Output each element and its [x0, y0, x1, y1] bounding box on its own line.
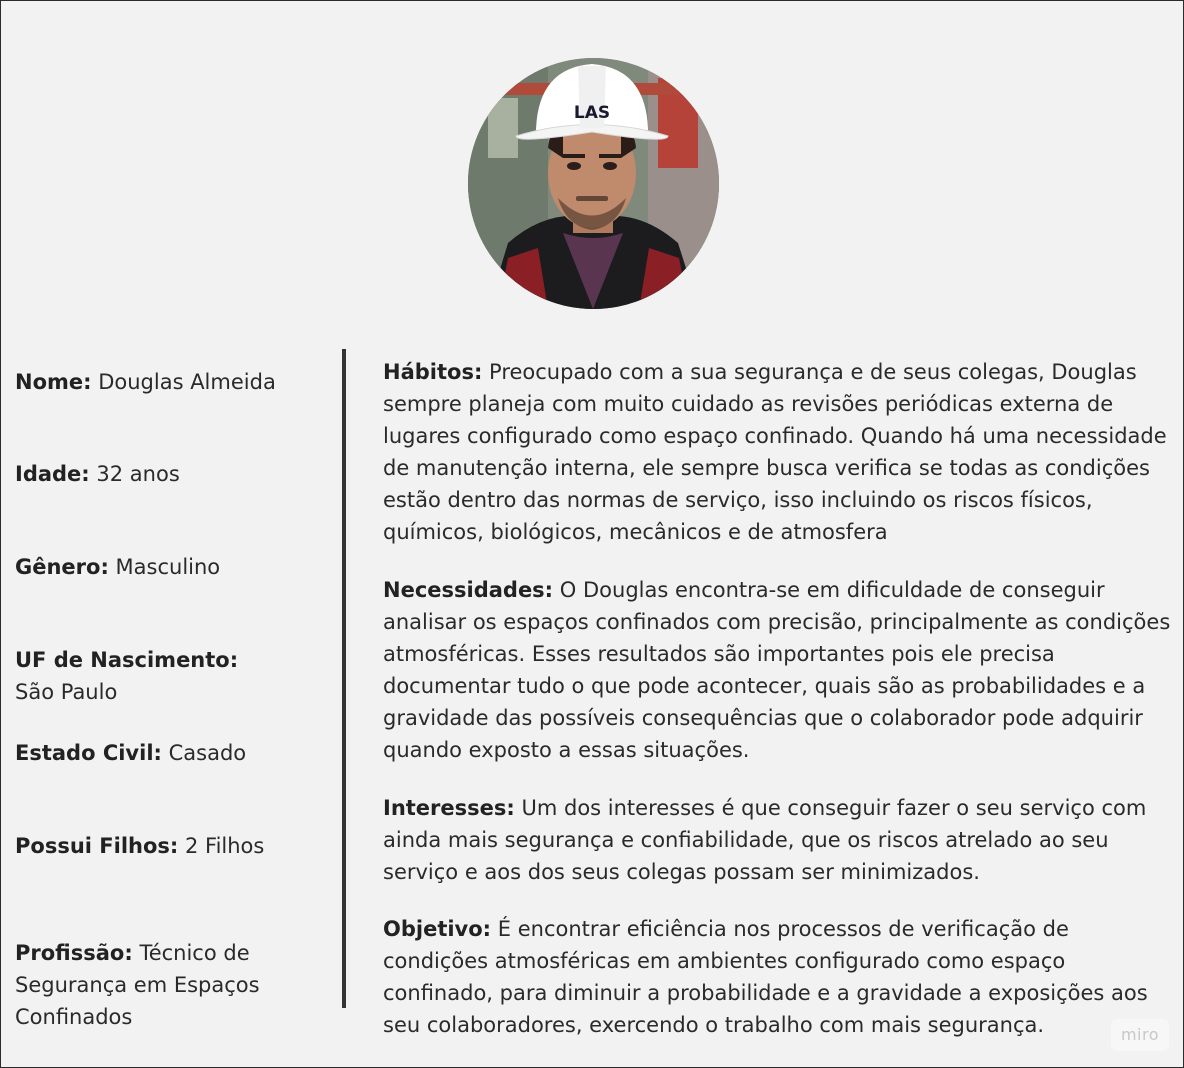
- field-idade: Idade: 32 anos: [15, 458, 315, 490]
- section-necessidades-label: Necessidades:: [383, 578, 554, 602]
- miro-watermark: miro: [1111, 1019, 1169, 1051]
- field-profissao: Profissão: Técnico de Segurança em Espaç…: [15, 937, 277, 1033]
- field-idade-label: Idade:: [15, 462, 90, 486]
- section-objetivo: Objetivo: É encontrar eficiência nos pro…: [383, 913, 1173, 1041]
- field-uf: UF de Nascimento: São Paulo: [15, 644, 315, 708]
- field-uf-value: São Paulo: [15, 680, 118, 704]
- field-filhos: Possui Filhos: 2 Filhos: [15, 830, 315, 862]
- section-necessidades-text: O Douglas encontra-se em dificuldade de …: [383, 578, 1171, 762]
- field-filhos-label: Possui Filhos:: [15, 834, 179, 858]
- persona-board: LAS Nome: Douglas Almeida Idade: 32 anos…: [0, 0, 1184, 1068]
- section-habitos-text: Preocupado com a sua segurança e de seus…: [383, 360, 1167, 544]
- field-estado-civil: Estado Civil: Casado: [15, 737, 315, 769]
- field-nome-label: Nome:: [15, 370, 92, 394]
- field-genero-value: Masculino: [115, 555, 221, 579]
- field-nome: Nome: Douglas Almeida: [15, 366, 315, 398]
- field-nome-value: Douglas Almeida: [98, 370, 276, 394]
- field-estado-civil-value: Casado: [168, 741, 247, 765]
- section-objetivo-text: É encontrar eficiência nos processos de …: [383, 917, 1148, 1037]
- section-interesses: Interesses: Um dos interesses é que cons…: [383, 792, 1173, 888]
- field-profissao-label: Profissão:: [15, 941, 133, 965]
- section-habitos-label: Hábitos:: [383, 360, 483, 384]
- field-uf-label: UF de Nascimento:: [15, 648, 239, 672]
- field-filhos-value: 2 Filhos: [184, 834, 265, 858]
- section-necessidades: Necessidades: O Douglas encontra-se em d…: [383, 574, 1173, 766]
- field-genero-label: Gênero:: [15, 555, 109, 579]
- section-objetivo-label: Objetivo:: [383, 917, 492, 941]
- persona-avatar: LAS: [468, 58, 719, 309]
- section-interesses-label: Interesses:: [383, 796, 515, 820]
- helmet-logo-text: LAS: [574, 103, 610, 123]
- field-idade-value: 32 anos: [96, 462, 180, 486]
- field-genero: Gênero: Masculino: [15, 551, 315, 583]
- column-divider: [342, 349, 346, 1008]
- field-estado-civil-label: Estado Civil:: [15, 741, 162, 765]
- section-habitos: Hábitos: Preocupado com a sua segurança …: [383, 356, 1173, 548]
